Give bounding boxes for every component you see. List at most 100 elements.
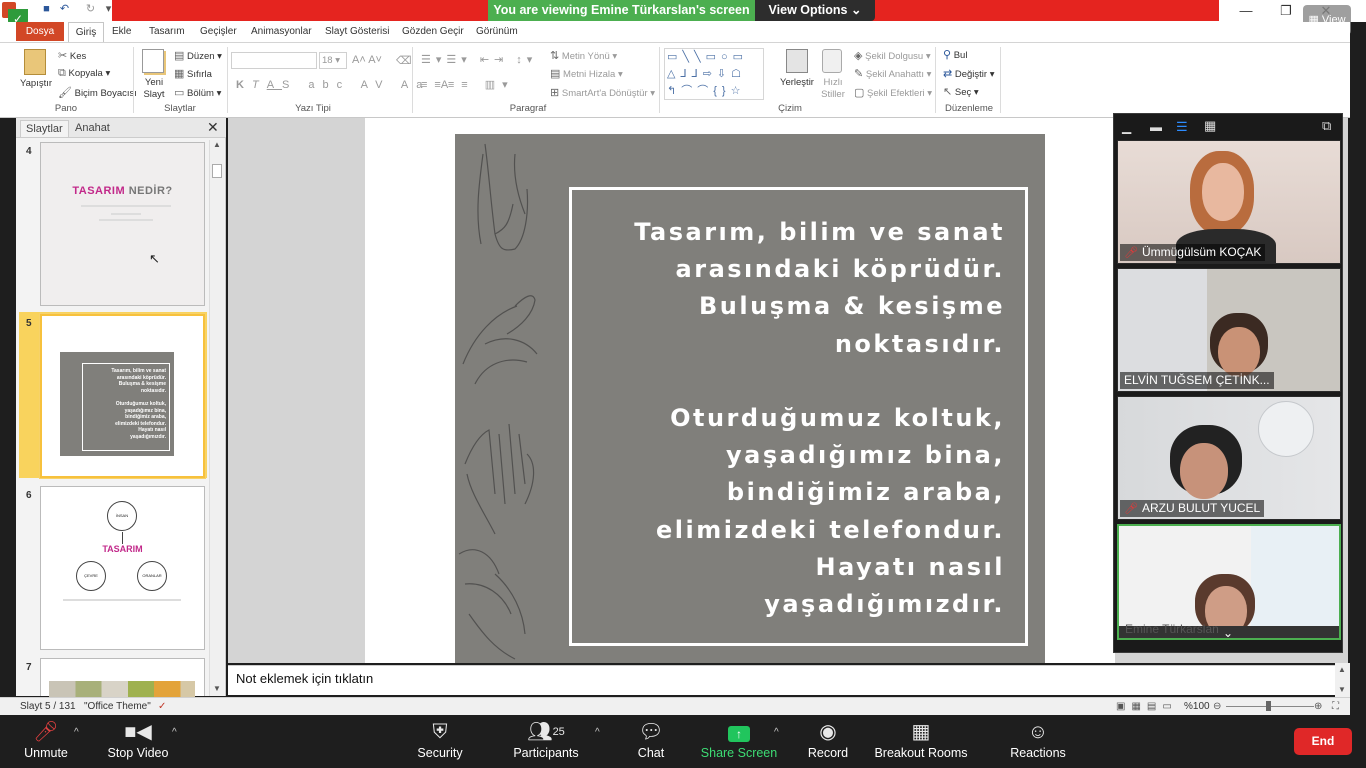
video-options-icon[interactable]: ^	[172, 727, 177, 738]
save-icon[interactable]: ■	[40, 3, 53, 16]
font-family-select[interactable]	[231, 52, 317, 69]
security-button[interactable]: ⛨ Security	[410, 715, 470, 768]
scroll-down-icon[interactable]: ▼	[213, 684, 221, 693]
tab-slayt-gosterisi[interactable]: Slayt Gösterisi	[319, 22, 395, 42]
grow-font-icon[interactable]: A˄ A˅	[352, 54, 382, 66]
slide-line: elimizdeki telefondur.	[656, 515, 1005, 544]
arrange-button[interactable]: Yerleştir	[780, 77, 814, 88]
text-direction-button[interactable]: ⇅ Metin Yönü ▾	[550, 49, 617, 62]
tab-ekle[interactable]: Ekle	[106, 22, 137, 42]
section-button[interactable]: ▭ Bölüm ▾	[174, 86, 221, 99]
mouse-cursor-icon: ↖	[149, 251, 160, 266]
new-slide-button[interactable]: Yeni Slayt	[140, 77, 168, 101]
scroll-thumb[interactable]	[212, 164, 222, 178]
zoom-level[interactable]: %100	[1184, 698, 1210, 715]
shape-outline-button[interactable]: ✎ Şekil Anahattı ▾	[854, 67, 931, 80]
slide-thumbnail-6[interactable]: İNSAN TASARIM ÇEVRE ORANLAR	[40, 486, 205, 650]
shape-effects-button[interactable]: ▢ Şekil Efektleri ▾	[854, 86, 932, 99]
share-options-icon[interactable]: ^	[774, 727, 779, 738]
slide-body-text[interactable]: Tasarım, bilim ve sanat arasındaki köprü…	[585, 214, 1005, 623]
replace-button[interactable]: ⇄ Değiştir ▾	[943, 67, 994, 80]
list-buttons[interactable]: ☰▾☰▾ ⇤⇥ ↕▾	[421, 53, 537, 66]
minimize-gallery-icon[interactable]: ▁	[1122, 120, 1131, 134]
undo-icon[interactable]: ↶	[58, 3, 71, 16]
tab-gozden-gecir[interactable]: Gözden Geçir	[396, 22, 470, 42]
tab-giris[interactable]: Giriş	[68, 22, 104, 42]
unmute-button[interactable]: 🎤︎ Unmute	[18, 715, 74, 768]
mic-muted-icon: 🎤︎	[1124, 247, 1138, 259]
cizim-group-label: Çizim	[778, 103, 802, 114]
tab-slaytlar[interactable]: Slaytlar	[20, 120, 69, 137]
slide-thumbnail-7[interactable]	[40, 658, 205, 697]
tab-animasyonlar[interactable]: Animasyonlar	[245, 22, 318, 42]
slide-thumbnail-4[interactable]: TASARIM NEDİR? ↖	[40, 142, 205, 306]
tab-gorunum[interactable]: Görünüm	[470, 22, 524, 42]
minimize-icon[interactable]: —	[1226, 0, 1266, 22]
scroll-down-icon[interactable]: ▼	[1338, 685, 1346, 694]
gallery-view-icon[interactable]: ▦	[1204, 118, 1216, 134]
cut-button[interactable]: ✂ Kes	[58, 49, 86, 62]
view-buttons[interactable]: ▣▦▤▭	[1116, 698, 1178, 715]
find-button[interactable]: ⚲ Bul	[943, 48, 967, 61]
chevron-down-icon[interactable]: ⌄	[1223, 626, 1233, 638]
participants-button[interactable]: 👥︎25 Participants	[510, 715, 582, 768]
restore-icon[interactable]: ❐	[1266, 0, 1306, 22]
record-icon: ◉	[819, 721, 837, 743]
notes-scrollbar[interactable]: ▲ ▼	[1335, 663, 1350, 697]
speaker-view-icon[interactable]: ▬	[1150, 120, 1162, 134]
shapes-gallery[interactable]: ▭╲╲▭○▭ △⅃⅃⇨⇩☖ ↰⌒⌒{}☆	[664, 48, 764, 100]
notes-pane[interactable]: Not eklemek için tıklatın	[228, 665, 1335, 695]
shape-fill-button[interactable]: ◈ Şekil Dolgusu ▾	[854, 49, 931, 62]
participant-video[interactable]: 🎤︎ ARZU BULUT YUCEL	[1117, 396, 1341, 520]
format-painter-button[interactable]: 🖌 Biçim Boyacısı	[58, 86, 137, 99]
tab-gecisler[interactable]: Geçişler	[194, 22, 243, 42]
panel-scrollbar[interactable]: ▲ ▼	[209, 140, 224, 696]
alignment-buttons[interactable]: ≡≡≡≡ ▥▾	[421, 78, 515, 91]
close-panel-icon[interactable]: ✕	[207, 119, 219, 136]
zoom-out-icon[interactable]: ⊖	[1213, 698, 1221, 715]
paste-button[interactable]: Yapıştır	[20, 78, 52, 89]
participant-video[interactable]: ELVİN TUĞSEM ÇETİNK...	[1117, 268, 1341, 392]
participant-video[interactable]: 🎤︎ Ümmügülsüm KOÇAK	[1117, 140, 1341, 264]
tab-tasarim[interactable]: Tasarım	[143, 22, 191, 42]
scroll-up-icon[interactable]: ▲	[213, 140, 221, 149]
participants-count: 25	[552, 726, 565, 738]
copy-button[interactable]: ⧉ Kopyala ▾	[58, 67, 110, 80]
redo-icon[interactable]: ↻	[84, 3, 97, 16]
clear-format-icon[interactable]: ⌫	[396, 54, 412, 67]
fit-slide-icon[interactable]: ⛶	[1332, 698, 1339, 715]
share-screen-button[interactable]: ↑ Share Screen	[700, 715, 778, 768]
font-size-select[interactable]: 18 ▾	[319, 52, 347, 69]
zoom-slider-thumb[interactable]	[1266, 701, 1271, 711]
smartart-button[interactable]: ⊞ SmartArt'a Dönüştür ▾	[550, 86, 655, 99]
exit-fullscreen-icon[interactable]: ⧉	[1322, 118, 1331, 134]
record-button[interactable]: ◉ Record	[806, 715, 850, 768]
thumb-slide-line: yaşadığımızdır.	[130, 433, 166, 440]
chat-button[interactable]: 💬︎ Chat	[630, 715, 672, 768]
mic-muted-icon: 🎤︎	[1124, 503, 1138, 515]
quick-styles-button[interactable]: Hızlı Stiller	[816, 77, 850, 101]
reactions-button[interactable]: ☺ Reactions	[1010, 715, 1066, 768]
strip-view-icon[interactable]: ☰	[1176, 119, 1188, 135]
breakout-rooms-button[interactable]: ▦ Breakout Rooms	[874, 715, 968, 768]
tab-anahat[interactable]: Anahat	[70, 120, 115, 137]
view-options-button[interactable]: View Options ⌄	[755, 0, 875, 21]
current-slide[interactable]: Tasarım, bilim ve sanat arasındaki köprü…	[455, 134, 1045, 663]
select-button[interactable]: ↖ Seç ▾	[943, 85, 979, 98]
audio-options-icon[interactable]: ^	[74, 727, 79, 738]
participants-options-icon[interactable]: ^	[595, 727, 600, 738]
participant-video-active-speaker[interactable]: Emine Türkarslan ⌄	[1117, 524, 1341, 640]
cursor-icon: ↖	[943, 86, 953, 98]
align-text-button[interactable]: ▤ Metni Hizala ▾	[550, 67, 623, 80]
thumb-slide-bg: Tasarım, bilim ve sanat arasındaki köprüd…	[60, 352, 174, 456]
end-meeting-button[interactable]: End	[1294, 728, 1352, 755]
layout-button[interactable]: ▤ Düzen ▾	[174, 49, 222, 62]
reset-button[interactable]: ▦ Sıfırla	[174, 67, 212, 80]
tab-dosya[interactable]: Dosya	[16, 22, 64, 41]
scroll-up-icon[interactable]: ▲	[1338, 665, 1346, 674]
ribbon-divider	[1000, 47, 1001, 113]
slide-thumbnail-5[interactable]: Tasarım, bilim ve sanat arasındaki köprüd…	[40, 314, 205, 478]
zoom-in-icon[interactable]: ⊕	[1314, 698, 1322, 715]
stop-video-button[interactable]: ■◀ Stop Video	[104, 715, 172, 768]
spellcheck-icon[interactable]: ✓	[158, 698, 166, 715]
